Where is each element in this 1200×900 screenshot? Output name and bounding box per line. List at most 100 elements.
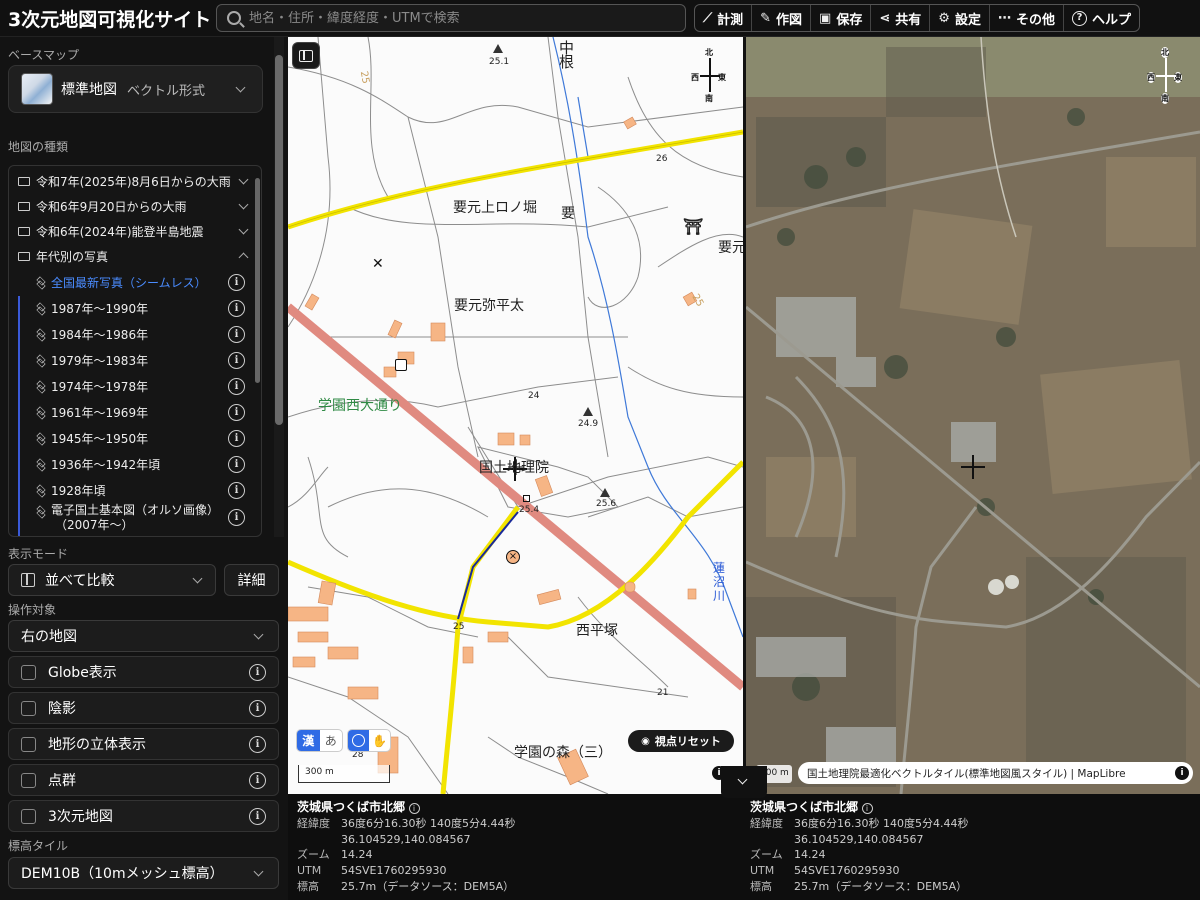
info-icon[interactable]: i [228,403,245,421]
folder-item[interactable]: 令和6年9月20日からの大雨 [9,194,257,218]
elevation-key: 標高 [297,879,319,893]
option-hillshade[interactable]: 陰影 i [8,692,279,724]
attribution[interactable]: 国土地理院最適化ベクトルタイル(標準地図風スタイル) | MapLibre i [798,762,1193,784]
latlon-decimal[interactable]: 36.104529,140.084567 [341,833,470,846]
layer-label: 1979年～1983年 [51,353,149,368]
info-icon[interactable]: i [249,772,266,789]
info-icon[interactable]: i [228,455,245,473]
latlon-dms[interactable]: 36度6分16.30秒 140度5分4.44秒 [794,817,968,830]
basemap-section-label: ベースマップ [8,48,80,62]
compass-west: 西 [691,73,699,82]
layer-item[interactable]: 1936年～1942年頃 i [9,452,257,476]
info-icon[interactable]: i [861,803,873,814]
compass[interactable]: 北 西 東 南 [688,45,734,103]
info-icon[interactable]: i [228,429,245,447]
checkbox[interactable] [21,772,36,788]
checkbox[interactable] [21,736,36,752]
elevation-point: 24 [528,391,540,401]
layer-item[interactable]: 1961年～1969年 i [9,400,257,424]
info-icon[interactable]: i [228,377,245,395]
vector-map-canvas[interactable] [288,37,743,794]
info-icon[interactable]: i [228,299,245,317]
option-label: 3次元地図 [48,809,113,825]
hand-icon[interactable]: ✋ [369,730,390,751]
info-icon[interactable]: i [228,509,245,526]
target-value: 右の地図 [21,629,77,645]
chevron-down-icon [253,866,264,877]
info-icon[interactable]: i [249,736,266,753]
aerial-map-canvas[interactable] [746,37,1200,794]
save-button[interactable]: ▣ 保存 [811,5,872,31]
layer-item[interactable]: 1974年～1978年 i [9,374,257,398]
collapse-info-button[interactable] [721,766,767,798]
utm-value[interactable]: 54SVE1760295930 [794,864,899,877]
layer-item[interactable]: 1928年頃 i [9,478,257,502]
folder-item[interactable]: 令和7年(2025年)8月6日からの大雨 [9,169,257,193]
info-icon[interactable]: i [249,808,266,825]
basemap-selector[interactable]: 標準地図 ベクトル形式 [8,65,263,113]
info-icon[interactable]: i [249,700,266,717]
info-bar: 茨城県つくば市北郷 i 経緯度 36度6分16.30秒 140度5分4.44秒 3… [288,766,1200,900]
basemap-name: 標準地図 [61,82,117,98]
info-icon[interactable]: i [228,273,245,291]
info-icon[interactable]: i [408,803,420,814]
elevation-label: 標高タイル [8,839,69,853]
info-icon[interactable]: i [228,325,245,343]
share-button[interactable]: ⋖ 共有 [871,5,931,31]
checkbox[interactable] [21,700,36,716]
sidebar-scrollbar[interactable] [275,55,283,425]
option-point-cloud[interactable]: 点群 i [8,764,279,796]
option-3d-map[interactable]: 3次元地図 i [8,800,279,832]
elevation-select[interactable]: DEM10B（10mメッシュ標高） [8,857,279,889]
draw-button[interactable]: ✎ 作図 [752,5,812,31]
search-input[interactable] [249,10,669,26]
latlon-key: 経緯度 [750,816,783,830]
latlon-dms[interactable]: 36度6分16.30秒 140度5分4.44秒 [341,817,515,830]
measure-button[interactable]: ⟋ 計測 [695,5,753,31]
more-button[interactable]: ⋯ その他 [990,5,1064,31]
search-box[interactable] [216,4,686,32]
layer-item[interactable]: 1945年～1950年 i [9,426,257,450]
info-icon[interactable]: i [249,664,266,681]
layer-item[interactable]: 電子国土基本図（オルソ画像） （2007年～） i [9,503,257,535]
map-left[interactable]: 中 根 要元上ロノ堀 要 要元 要元弥平太 学園西大通り 国土地理院 西平塚 学… [288,37,743,794]
chevron-down-icon [238,199,249,210]
map-right[interactable]: 北 西 東 南 300 m 国土地理院最適化ベクトルタイル(標準地図風スタイル)… [746,37,1200,794]
layers-icon [35,506,45,516]
checkbox[interactable] [21,664,36,680]
info-icon[interactable]: i [228,481,245,499]
option-globe[interactable]: Globe表示 i [8,656,279,688]
checkbox[interactable] [21,808,36,824]
layer-item[interactable]: 1987年～1990年 i [9,296,257,320]
latlon-decimal[interactable]: 36.104529,140.084567 [794,833,923,846]
help-button[interactable]: ? ヘルプ [1064,5,1139,31]
layers-icon [35,303,45,313]
sidebar-toggle-button[interactable] [292,42,320,69]
layers-icon [35,433,45,443]
reset-view-button[interactable]: ◉ 視点リセット [628,730,734,752]
target-select[interactable]: 右の地図 [8,620,279,652]
layer-item-active[interactable]: 全国最新写真（シームレス） i [9,270,257,294]
detail-button[interactable]: 詳細 [224,564,279,596]
crosshair-mode-icon[interactable] [348,730,369,751]
utm-value[interactable]: 54SVE1760295930 [341,864,446,877]
kana-toggle[interactable]: あ [320,730,343,751]
layer-label: 1974年～1978年 [51,379,149,394]
layer-item[interactable]: 1984年～1986年 i [9,322,257,346]
kanji-toggle[interactable]: 漢 [297,730,320,751]
utm-key: UTM [297,864,322,878]
display-mode-select[interactable]: 並べて比較 [8,564,216,596]
compass-west: 西 [1147,72,1155,83]
chevron-down-icon [235,82,246,93]
settings-button[interactable]: ⚙ 設定 [930,5,990,31]
interaction-mode-toggle[interactable]: ✋ [347,729,391,752]
chevron-down-icon [253,629,264,640]
folder-item-expanded[interactable]: 年代別の写真 [9,244,257,268]
option-terrain-3d[interactable]: 地形の立体表示 i [8,728,279,760]
compass[interactable]: 北 西 東 南 [1144,45,1190,104]
info-icon[interactable]: i [228,351,245,369]
label-language-toggle[interactable]: 漢 あ [296,729,343,752]
layer-item[interactable]: 1979年～1983年 i [9,348,257,372]
folder-item[interactable]: 令和6年(2024年)能登半島地震 [9,219,257,243]
info-icon[interactable]: i [1175,766,1189,780]
